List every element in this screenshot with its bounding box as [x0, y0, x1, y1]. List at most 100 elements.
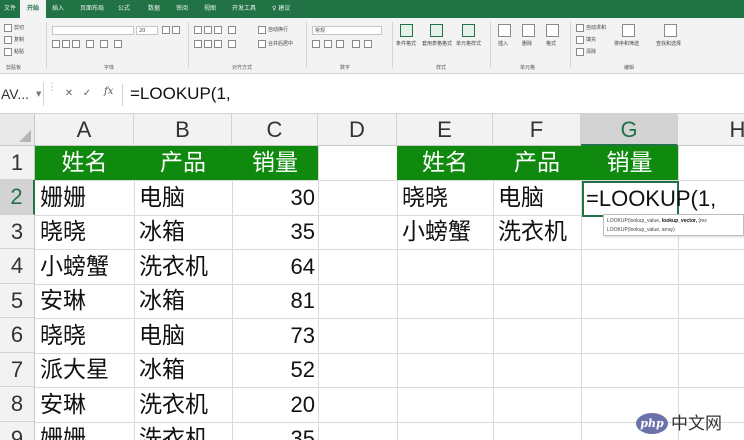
table-cell[interactable]: 小螃蟹 [397, 215, 493, 249]
table-cell[interactable]: 洗衣机 [134, 250, 232, 284]
tab-data[interactable]: 数据 [148, 0, 160, 18]
table-cell[interactable]: 晓晓 [35, 215, 134, 249]
italic-icon[interactable] [62, 40, 70, 48]
row-header-4[interactable]: 4 [0, 249, 35, 284]
column-header-e[interactable]: E [397, 114, 493, 146]
font-size-combo[interactable]: 20 [136, 26, 158, 35]
merge-center-icon[interactable] [258, 40, 266, 48]
lookup-header-sales[interactable]: 销量 [581, 146, 678, 180]
select-all-button[interactable] [0, 114, 35, 146]
row-header-7[interactable]: 7 [0, 353, 35, 387]
header-cell-sales[interactable]: 销量 [232, 146, 318, 180]
table-cell[interactable]: 35 [232, 215, 318, 249]
row-header-6[interactable]: 6 [0, 318, 35, 353]
format-cells-icon[interactable] [546, 24, 559, 37]
table-cell[interactable]: 73 [232, 319, 318, 353]
insert-cells-icon[interactable] [498, 24, 511, 37]
underline-icon[interactable] [72, 40, 80, 48]
table-cell[interactable]: 52 [232, 353, 318, 387]
tooltip-syntax-vector[interactable]: LOOKUP(lookup_value, lookup_vector, [res [607, 217, 707, 225]
table-cell[interactable]: 64 [232, 250, 318, 284]
copy-icon[interactable] [4, 36, 12, 44]
tooltip-syntax-array[interactable]: LOOKUP(lookup_value, array) [607, 226, 675, 234]
font-color-icon[interactable] [114, 40, 122, 48]
indent-icon[interactable] [228, 40, 236, 48]
table-format-icon[interactable] [430, 24, 443, 37]
table-cell[interactable]: 81 [232, 284, 318, 318]
table-cell[interactable]: 小螃蟹 [35, 250, 134, 284]
comma-icon[interactable] [336, 40, 344, 48]
grow-font-icon[interactable] [162, 26, 170, 34]
tab-developer[interactable]: 开发工具 [232, 0, 256, 18]
formula-input[interactable]: =LOOKUP(1, [130, 82, 231, 106]
align-left-icon[interactable] [194, 40, 202, 48]
column-header-a[interactable]: A [35, 114, 134, 146]
column-header-d[interactable]: D [318, 114, 397, 146]
percent-icon[interactable] [324, 40, 332, 48]
worksheet-grid[interactable]: A B C D E F G H 1 2 3 4 5 6 7 8 9 姓名 产品 … [0, 114, 744, 440]
tab-review[interactable]: 审阅 [176, 0, 188, 18]
align-bottom-icon[interactable] [214, 26, 222, 34]
column-header-b[interactable]: B [134, 114, 232, 146]
table-cell[interactable]: 安琳 [35, 284, 134, 318]
orientation-icon[interactable] [228, 26, 236, 34]
table-cell[interactable]: 安琳 [35, 388, 134, 422]
align-right-icon[interactable] [214, 40, 222, 48]
currency-icon[interactable] [312, 40, 320, 48]
table-cell[interactable]: 派大星 [35, 353, 134, 387]
enter-icon[interactable]: ✓ [80, 86, 94, 102]
table-cell[interactable]: 冰箱 [134, 353, 232, 387]
row-header-5[interactable]: 5 [0, 284, 35, 318]
sort-filter-icon[interactable] [622, 24, 635, 37]
align-center-icon[interactable] [204, 40, 212, 48]
number-format-combo[interactable]: 常规 [312, 26, 382, 35]
row-header-3[interactable]: 3 [0, 215, 35, 249]
column-header-c[interactable]: C [232, 114, 318, 146]
header-cell-name[interactable]: 姓名 [35, 146, 134, 180]
header-cell-product[interactable]: 产品 [134, 146, 232, 180]
table-cell[interactable]: 姗姗 [35, 422, 134, 440]
column-header-f[interactable]: F [493, 114, 581, 146]
decrease-decimal-icon[interactable] [364, 40, 372, 48]
table-cell[interactable]: 姗姗 [35, 181, 134, 215]
align-middle-icon[interactable] [204, 26, 212, 34]
table-cell[interactable]: 35 [232, 422, 318, 440]
table-cell[interactable]: 电脑 [134, 319, 232, 353]
cancel-icon[interactable]: ✕ [62, 86, 76, 102]
row-header-2[interactable]: 2 [0, 180, 35, 215]
conditional-format-icon[interactable] [400, 24, 413, 37]
row-header-8[interactable]: 8 [0, 387, 35, 422]
increase-decimal-icon[interactable] [352, 40, 360, 48]
insert-function-icon[interactable]: fx [104, 86, 113, 97]
cut-icon[interactable] [4, 24, 12, 32]
font-name-combo[interactable] [52, 26, 134, 35]
cell-style-icon[interactable] [462, 24, 475, 37]
fill-color-icon[interactable] [100, 40, 108, 48]
tab-home[interactable]: 开始 [20, 0, 46, 18]
tab-tell-me[interactable]: ♀ 建议 [272, 0, 290, 18]
table-cell[interactable]: 20 [232, 388, 318, 422]
table-cell[interactable]: 电脑 [493, 181, 581, 215]
tab-insert[interactable]: 插入 [52, 0, 64, 18]
lookup-header-product[interactable]: 产品 [493, 146, 581, 180]
table-cell[interactable]: 洗衣机 [493, 215, 581, 249]
find-select-icon[interactable] [664, 24, 677, 37]
align-top-icon[interactable] [194, 26, 202, 34]
shrink-font-icon[interactable] [172, 26, 180, 34]
clear-icon[interactable] [576, 48, 584, 56]
table-cell[interactable]: 30 [232, 181, 318, 215]
tab-file[interactable]: 文件 [4, 0, 16, 18]
tab-page-layout[interactable]: 页面布局 [80, 0, 104, 18]
chevron-down-icon[interactable]: ▼ [36, 90, 41, 98]
active-cell-editor[interactable]: =LOOKUP(1, [586, 182, 716, 216]
table-cell[interactable]: 冰箱 [134, 284, 232, 318]
table-cell[interactable]: 电脑 [134, 181, 232, 215]
lookup-header-name[interactable]: 姓名 [397, 146, 493, 180]
column-header-h[interactable]: H [678, 114, 744, 146]
tab-view[interactable]: 视图 [204, 0, 216, 18]
format-painter-icon[interactable] [4, 48, 12, 56]
column-header-g[interactable]: G [581, 114, 678, 146]
function-tooltip[interactable]: LOOKUP(lookup_value, lookup_vector, [res… [603, 214, 744, 236]
bold-icon[interactable] [52, 40, 60, 48]
table-cell[interactable]: 洗衣机 [134, 388, 232, 422]
